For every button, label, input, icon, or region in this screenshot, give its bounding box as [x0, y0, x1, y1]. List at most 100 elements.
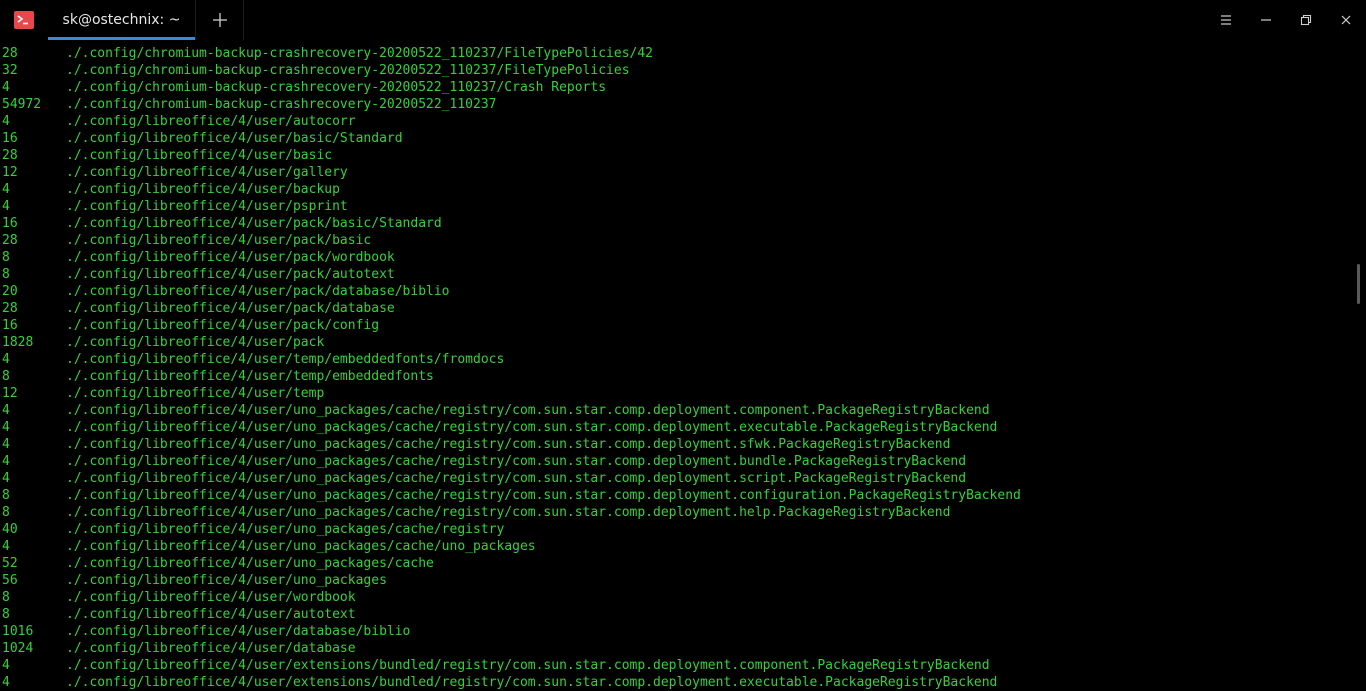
- terminal-line: 8 ./.config/libreoffice/4/user/wordbook: [0, 589, 1352, 606]
- terminal-line: 8 ./.config/libreoffice/4/user/pack/autot…: [0, 266, 1352, 283]
- terminal-output[interactable]: 28 ./.config/chromium-backup-crashrecover…: [0, 40, 1352, 691]
- terminal-line: 16 ./.config/libreoffice/4/user/pack/basi…: [0, 215, 1352, 232]
- close-icon: [1341, 15, 1351, 25]
- disk-usage-size: 16: [2, 131, 18, 146]
- terminal-line: 28 ./.config/chromium-backup-crashrecover…: [0, 45, 1352, 62]
- minimize-button[interactable]: [1246, 0, 1286, 40]
- directory-path: ./.config/chromium-backup-crashrecovery-…: [66, 46, 653, 61]
- terminal-line: 1828 ./.config/libreoffice/4/user/pack: [0, 334, 1352, 351]
- disk-usage-size: 1024: [2, 641, 34, 656]
- directory-path: ./.config/libreoffice/4/user/pack/databa…: [66, 284, 450, 299]
- disk-usage-size: 4: [2, 539, 10, 554]
- directory-path: ./.config/chromium-backup-crashrecovery-…: [66, 80, 607, 95]
- disk-usage-size: 4: [2, 437, 10, 452]
- title-bar: sk@ostechnix: ~: [0, 0, 1366, 40]
- terminal-line: 1024 ./.config/libreoffice/4/user/databas…: [0, 640, 1352, 657]
- directory-path: ./.config/libreoffice/4/user/temp/embedd…: [66, 369, 434, 384]
- minimize-icon: [1261, 19, 1271, 21]
- terminal-line: 20 ./.config/libreoffice/4/user/pack/data…: [0, 283, 1352, 300]
- directory-path: ./.config/libreoffice/4/user/uno_package…: [66, 505, 951, 520]
- disk-usage-size: 4: [2, 658, 10, 673]
- disk-usage-size: 8: [2, 505, 10, 520]
- disk-usage-size: 4: [2, 114, 10, 129]
- directory-path: ./.config/libreoffice/4/user/extensions/…: [66, 658, 990, 673]
- directory-path: ./.config/libreoffice/4/user/uno_package…: [66, 522, 505, 537]
- disk-usage-size: 4: [2, 403, 10, 418]
- terminal-line: 4 ./.config/libreoffice/4/user/extensions…: [0, 657, 1352, 674]
- directory-path: ./.config/libreoffice/4/user/uno_package…: [66, 539, 536, 554]
- disk-usage-size: 4: [2, 454, 10, 469]
- terminal-line: 4 ./.config/libreoffice/4/user/uno_packag…: [0, 419, 1352, 436]
- directory-path: ./.config/libreoffice/4/user/uno_package…: [66, 454, 967, 469]
- disk-usage-size: 4: [2, 420, 10, 435]
- directory-path: ./.config/chromium-backup-crashrecovery-…: [66, 63, 630, 78]
- terminal-line: 8 ./.config/libreoffice/4/user/temp/embed…: [0, 368, 1352, 385]
- terminal-line: 4 ./.config/chromium-backup-crashrecovery…: [0, 79, 1352, 96]
- disk-usage-size: 56: [2, 573, 18, 588]
- disk-usage-size: 28: [2, 233, 18, 248]
- terminal-line: 8 ./.config/libreoffice/4/user/autotext: [0, 606, 1352, 623]
- terminal-line: 52 ./.config/libreoffice/4/user/uno_packa…: [0, 555, 1352, 572]
- restore-icon: [1300, 14, 1312, 26]
- directory-path: ./.config/libreoffice/4/user/temp: [66, 386, 325, 401]
- directory-path: ./.config/libreoffice/4/user/wordbook: [66, 590, 356, 605]
- restore-button[interactable]: [1286, 0, 1326, 40]
- terminal-line: 4 ./.config/libreoffice/4/user/uno_packag…: [0, 402, 1352, 419]
- disk-usage-size: 8: [2, 250, 10, 265]
- disk-usage-size: 1828: [2, 335, 34, 350]
- disk-usage-size: 12: [2, 165, 18, 180]
- disk-usage-size: 16: [2, 318, 18, 333]
- disk-usage-size: 4: [2, 80, 10, 95]
- close-button[interactable]: [1326, 0, 1366, 40]
- disk-usage-size: 4: [2, 352, 10, 367]
- directory-path: ./.config/libreoffice/4/user/pack/config: [66, 318, 380, 333]
- directory-path: ./.config/chromium-backup-crashrecovery-…: [66, 97, 497, 112]
- disk-usage-size: 8: [2, 590, 10, 605]
- directory-path: ./.config/libreoffice/4/user/uno_package…: [66, 437, 951, 452]
- new-tab-button[interactable]: [196, 0, 244, 40]
- directory-path: ./.config/libreoffice/4/user/gallery: [66, 165, 348, 180]
- directory-path: ./.config/libreoffice/4/user/pack/wordbo…: [66, 250, 395, 265]
- terminal-line: 28 ./.config/libreoffice/4/user/pack/basi…: [0, 232, 1352, 249]
- terminal-line: 4 ./.config/libreoffice/4/user/uno_packag…: [0, 453, 1352, 470]
- disk-usage-size: 8: [2, 607, 10, 622]
- scrollbar-thumb[interactable]: [1357, 264, 1360, 304]
- terminal-line: 8 ./.config/libreoffice/4/user/uno_packag…: [0, 487, 1352, 504]
- disk-usage-size: 4: [2, 471, 10, 486]
- terminal-line: 16 ./.config/libreoffice/4/user/pack/conf…: [0, 317, 1352, 334]
- terminal-scrollbar[interactable]: [1352, 40, 1366, 691]
- disk-usage-size: 28: [2, 46, 18, 61]
- directory-path: ./.config/libreoffice/4/user/database: [66, 641, 356, 656]
- directory-path: ./.config/libreoffice/4/user/pack/basic: [66, 233, 372, 248]
- disk-usage-size: 4: [2, 675, 10, 690]
- app-icon-container: [0, 0, 48, 40]
- terminal-line: 8 ./.config/libreoffice/4/user/pack/wordb…: [0, 249, 1352, 266]
- directory-path: ./.config/libreoffice/4/user/autocorr: [66, 114, 356, 129]
- title-bar-spacer: [244, 0, 1206, 40]
- terminal-line: 4 ./.config/libreoffice/4/user/uno_packag…: [0, 538, 1352, 555]
- disk-usage-size: 8: [2, 488, 10, 503]
- directory-path: ./.config/libreoffice/4/user/uno_package…: [66, 403, 990, 418]
- disk-usage-size: 16: [2, 216, 18, 231]
- disk-usage-size: 54972: [2, 97, 42, 112]
- disk-usage-size: 28: [2, 301, 18, 316]
- disk-usage-size: 4: [2, 182, 10, 197]
- terminal-line: 4 ./.config/libreoffice/4/user/autocorr: [0, 113, 1352, 130]
- terminal-line: 4 ./.config/libreoffice/4/user/temp/embed…: [0, 351, 1352, 368]
- directory-path: ./.config/libreoffice/4/user/backup: [66, 182, 340, 197]
- tab-terminal-session[interactable]: sk@ostechnix: ~: [48, 0, 196, 40]
- directory-path: ./.config/libreoffice/4/user/extensions/…: [66, 675, 998, 690]
- directory-path: ./.config/libreoffice/4/user/basic/Stand…: [66, 131, 403, 146]
- terminal-lines: 28 ./.config/chromium-backup-crashrecover…: [0, 45, 1352, 691]
- directory-path: ./.config/libreoffice/4/user/pack/basic/…: [66, 216, 442, 231]
- disk-usage-size: 4: [2, 199, 10, 214]
- directory-path: ./.config/libreoffice/4/user/pack: [66, 335, 325, 350]
- terminal-line: 4 ./.config/libreoffice/4/user/psprint: [0, 198, 1352, 215]
- disk-usage-size: 8: [2, 267, 10, 282]
- directory-path: ./.config/libreoffice/4/user/pack/databa…: [66, 301, 395, 316]
- terminal-line: 28 ./.config/libreoffice/4/user/pack/data…: [0, 300, 1352, 317]
- terminal-line: 8 ./.config/libreoffice/4/user/uno_packag…: [0, 504, 1352, 521]
- terminal-line: 56 ./.config/libreoffice/4/user/uno_packa…: [0, 572, 1352, 589]
- directory-path: ./.config/libreoffice/4/user/uno_package…: [66, 471, 967, 486]
- menu-button[interactable]: [1206, 0, 1246, 40]
